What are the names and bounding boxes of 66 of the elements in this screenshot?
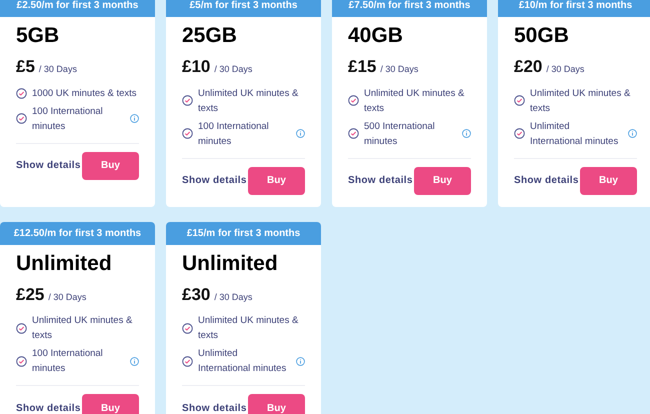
feature-text: Unlimited International minutes	[198, 347, 288, 376]
feature-text: 1000 UK minutes & texts	[32, 86, 138, 100]
price: £30	[182, 284, 210, 306]
feature-text: Unlimited UK minutes & texts	[530, 86, 632, 116]
check-circle-icon	[182, 356, 193, 366]
plan-name: 25GB	[182, 23, 238, 49]
feature-text: Unlimited UK minutes & texts	[364, 86, 466, 116]
plan-name: 5GB	[16, 23, 60, 49]
buy-button[interactable]: Buy	[248, 394, 305, 414]
show-details-link[interactable]: Show details	[16, 158, 81, 173]
plan-name: 40GB	[348, 23, 404, 49]
promo-banner: £2.50/m for first 3 months	[0, 0, 155, 17]
price-period: / 30 Days	[380, 63, 418, 76]
promo-banner: £15/m for first 3 months	[166, 222, 321, 244]
price-period: / 30 Days	[38, 63, 77, 76]
check-circle-icon	[182, 128, 193, 139]
info-icon[interactable]	[296, 356, 305, 366]
feature-text: 100 International minutes	[198, 120, 270, 148]
promo-banner: £7.50/m for first 3 months	[332, 0, 487, 17]
check-circle-icon	[16, 322, 27, 334]
show-details-link[interactable]: Show details	[514, 173, 579, 188]
plan-name: Unlimited	[182, 250, 279, 276]
check-circle-icon	[182, 322, 193, 334]
show-details-link[interactable]: Show details	[348, 173, 413, 188]
feature-text: Unlimited UK minutes & texts	[32, 314, 134, 343]
check-circle-icon	[16, 113, 27, 124]
price-period: / 30 Days	[48, 290, 86, 304]
promo-banner: £12.50/m for first 3 months	[0, 222, 155, 244]
show-details-link[interactable]: Show details	[16, 400, 81, 414]
buy-button[interactable]: Buy	[248, 166, 305, 194]
price-period: / 30 Days	[214, 63, 252, 76]
price: £15	[348, 56, 376, 78]
price: £5	[16, 56, 35, 78]
buy-button[interactable]: Buy	[82, 152, 139, 180]
feature-text: 100 International minutes	[32, 104, 104, 134]
plan-name: Unlimited	[16, 250, 113, 276]
check-circle-icon	[182, 95, 193, 106]
buy-button[interactable]: Buy	[414, 166, 471, 194]
promo-banner: £5/m for first 3 months	[166, 0, 321, 17]
feature-text: 100 International minutes	[32, 347, 104, 376]
feature-text: 500 International minutes	[364, 120, 436, 148]
promo-banner: £10/m for first 3 months	[498, 0, 650, 17]
info-icon[interactable]	[130, 114, 139, 123]
check-circle-icon	[514, 128, 525, 139]
info-icon[interactable]	[130, 356, 139, 366]
info-icon[interactable]	[462, 129, 471, 138]
price-period: / 30 Days	[546, 63, 584, 76]
price: £10	[182, 56, 210, 78]
feature-text: Unlimited UK minutes & texts	[198, 86, 300, 116]
show-details-link[interactable]: Show details	[182, 173, 247, 188]
buy-button[interactable]: Buy	[82, 394, 139, 414]
check-circle-icon	[514, 95, 525, 106]
buy-button[interactable]: Buy	[580, 166, 637, 194]
info-icon[interactable]	[296, 129, 305, 138]
feature-text: Unlimited International minutes	[530, 120, 620, 148]
feature-text: Unlimited UK minutes & texts	[198, 314, 300, 343]
price-period: / 30 Days	[214, 290, 252, 304]
info-icon[interactable]	[628, 129, 637, 138]
check-circle-icon	[16, 356, 27, 366]
check-circle-icon	[348, 128, 359, 139]
check-circle-icon	[16, 88, 27, 98]
price: £25	[16, 284, 44, 306]
price: £20	[514, 56, 542, 78]
plan-name: 50GB	[514, 23, 570, 49]
show-details-link[interactable]: Show details	[182, 400, 247, 414]
check-circle-icon	[348, 95, 359, 106]
